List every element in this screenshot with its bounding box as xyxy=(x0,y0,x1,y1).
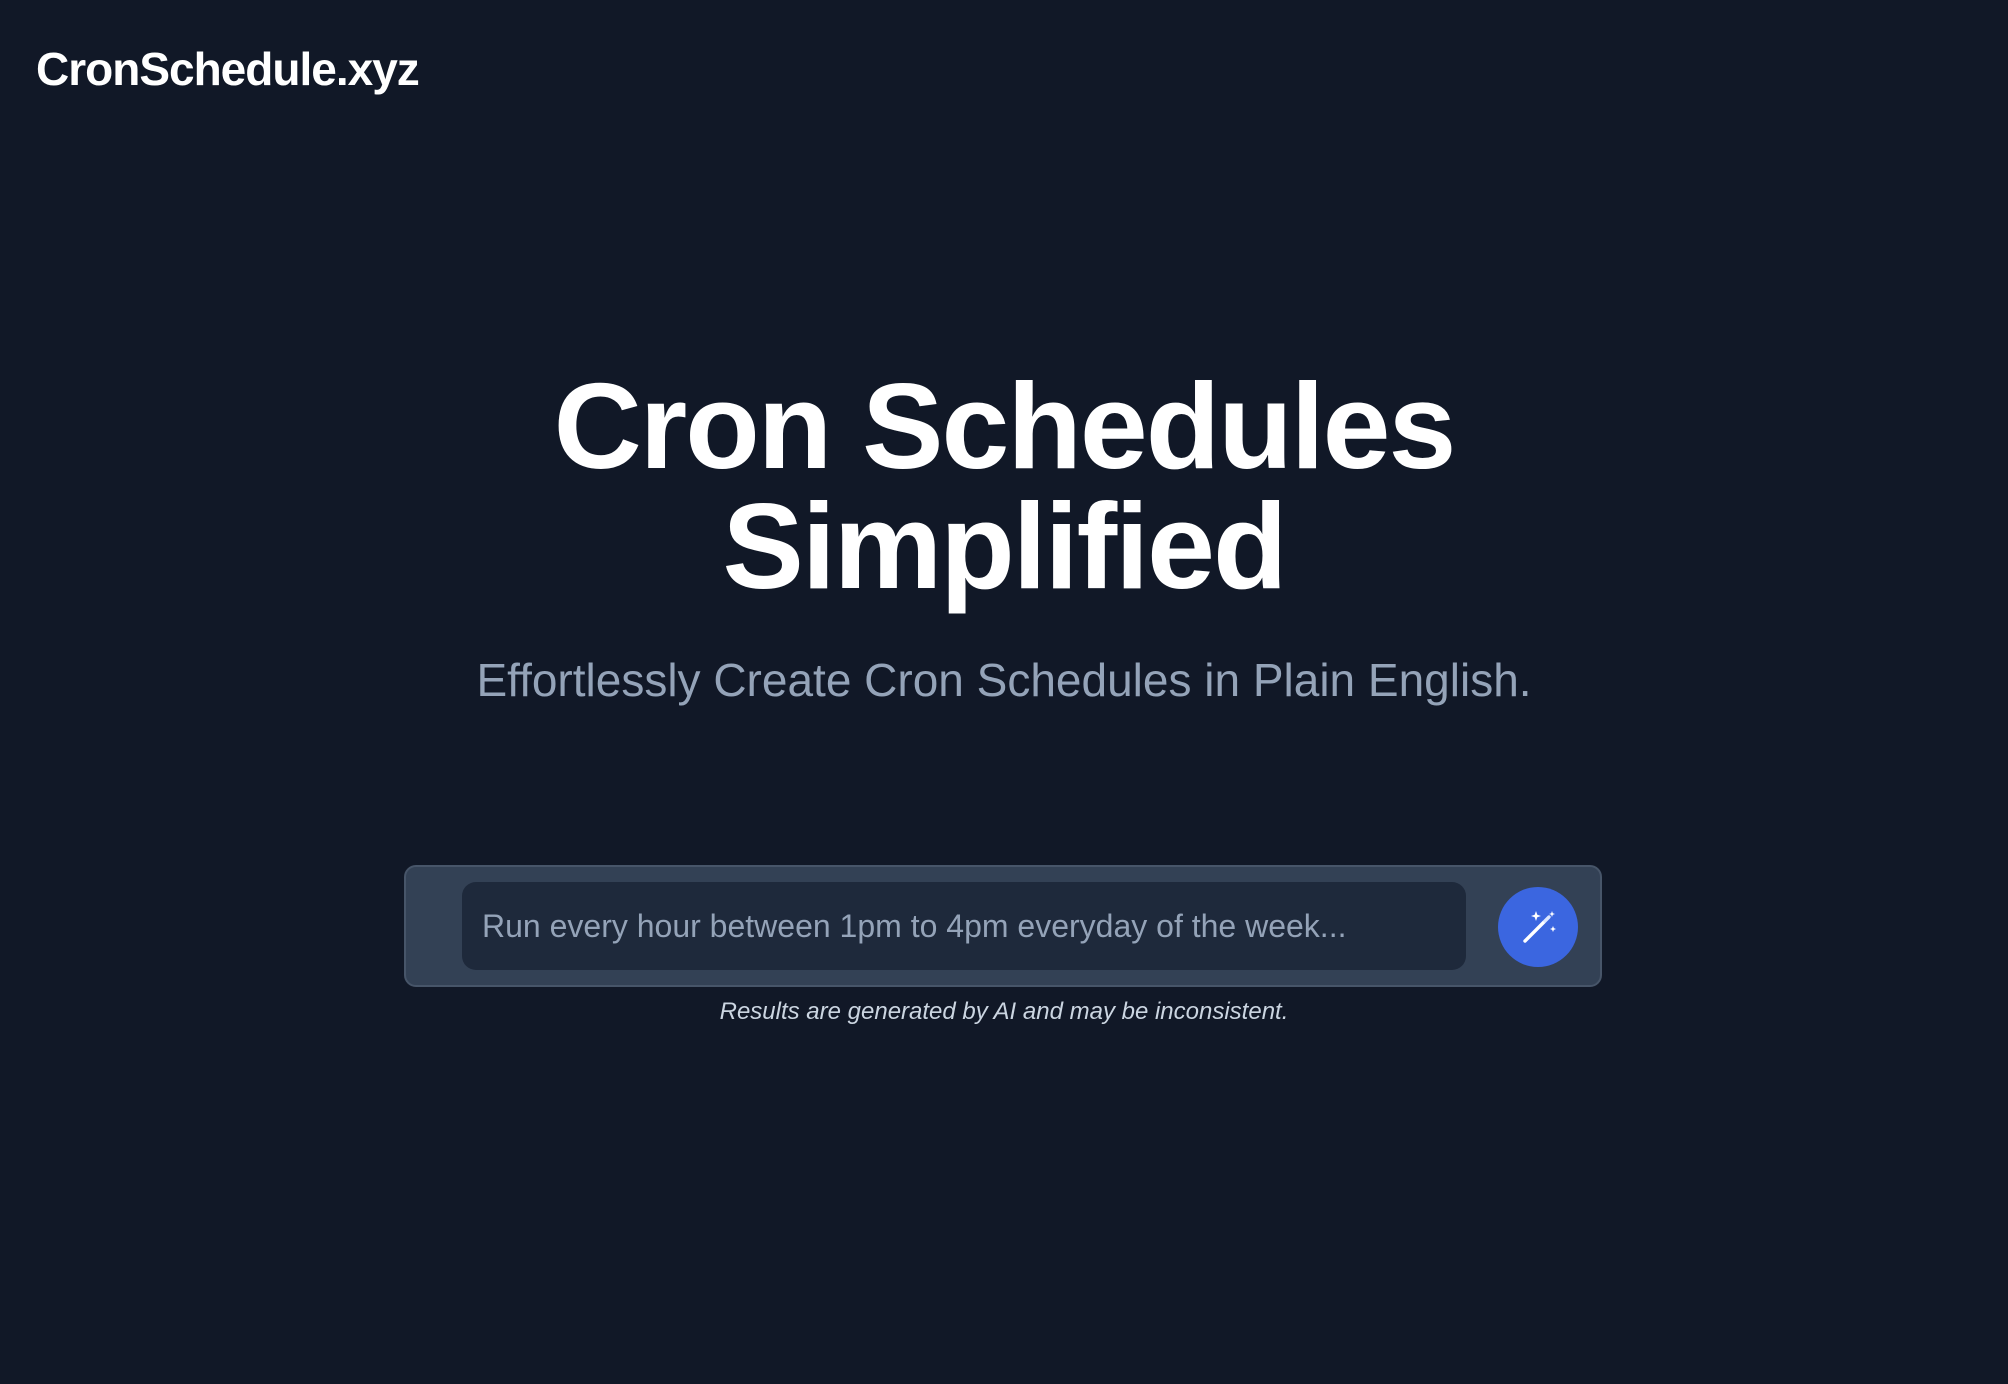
schedule-input[interactable] xyxy=(462,882,1466,970)
hero-subtitle: Effortlessly Create Cron Schedules in Pl… xyxy=(476,654,1532,706)
magic-wand-icon xyxy=(1516,905,1560,949)
ai-disclaimer: Results are generated by AI and may be i… xyxy=(719,998,1289,1025)
prompt-box xyxy=(404,865,1602,987)
generate-button[interactable] xyxy=(1498,887,1578,967)
hero-title: Cron Schedules Simplified xyxy=(553,358,1457,614)
hero-section: Cron Schedules Simplified Effortlessly C… xyxy=(0,358,2008,708)
brand-logo[interactable]: CronSchedule.xyz xyxy=(36,42,420,96)
